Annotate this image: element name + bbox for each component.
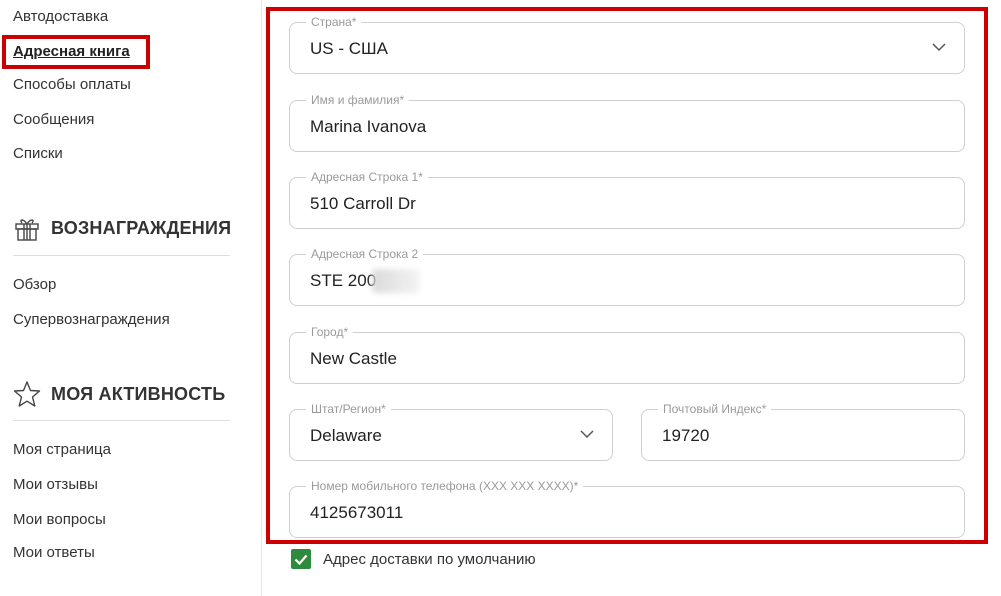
divider xyxy=(13,255,230,256)
address-line2-value: STE 200 xyxy=(310,271,377,290)
state-select[interactable]: Штат/Регион* Delaware xyxy=(289,402,613,461)
phone-value: 4125673011 xyxy=(310,503,404,522)
sidebar-item-messages[interactable]: Сообщения xyxy=(13,111,94,128)
chevron-down-icon xyxy=(580,430,594,439)
country-label: Страна* xyxy=(306,15,362,29)
sidebar-item-address-book[interactable]: Адресная книга xyxy=(2,35,150,69)
zip-label: Почтовый Индекс* xyxy=(658,402,772,416)
country-select[interactable]: Страна* US - США xyxy=(289,15,965,74)
country-value: US - США xyxy=(310,39,388,58)
address-line2-field[interactable]: Адресная Строка 2 STE 200 xyxy=(289,247,965,306)
sidebar-item-overview[interactable]: Обзор xyxy=(13,276,56,293)
city-value: New Castle xyxy=(310,349,397,368)
activity-title: МОЯ АКТИВНОСТЬ xyxy=(51,383,226,404)
default-address-label: Адрес доставки по умолчанию xyxy=(323,550,536,568)
sidebar-item-my-reviews[interactable]: Мои отзывы xyxy=(13,476,98,493)
phone-label: Номер мобильного телефона (XXX XXX XXXX)… xyxy=(306,479,584,493)
sidebar-item-label: Адресная книга xyxy=(13,43,130,60)
sidebar-item-payment-methods[interactable]: Способы оплаты xyxy=(13,76,131,93)
sidebar-item-super-rewards[interactable]: Супервознаграждения xyxy=(13,311,170,328)
rewards-title: ВОЗНАГРАЖДЕНИЯ xyxy=(51,217,232,238)
full-name-label: Имя и фамилия* xyxy=(306,93,410,107)
redaction-blur xyxy=(372,269,420,293)
address-line2-label: Адресная Строка 2 xyxy=(306,247,424,261)
star-icon xyxy=(13,381,41,407)
chevron-down-icon xyxy=(932,43,946,52)
full-name-field[interactable]: Имя и фамилия* Marina Ivanova xyxy=(289,93,965,152)
default-address-checkbox[interactable] xyxy=(291,549,311,569)
sidebar-item-my-questions[interactable]: Мои вопросы xyxy=(13,511,106,528)
address-line1-value: 510 Carroll Dr xyxy=(310,194,416,213)
full-name-value: Marina Ivanova xyxy=(310,117,427,136)
zip-field[interactable]: Почтовый Индекс* 19720 xyxy=(641,402,965,461)
address-line1-label: Адресная Строка 1* xyxy=(306,170,428,184)
state-label: Штат/Регион* xyxy=(306,402,391,416)
state-value: Delaware xyxy=(310,426,382,445)
divider xyxy=(13,420,230,421)
phone-field[interactable]: Номер мобильного телефона (XXX XXX XXXX)… xyxy=(289,479,965,538)
city-field[interactable]: Город* New Castle xyxy=(289,325,965,384)
sidebar-item-autodelivery[interactable]: Автодоставка xyxy=(13,8,108,25)
default-address-row[interactable]: Адрес доставки по умолчанию xyxy=(291,549,536,569)
address-line1-field[interactable]: Адресная Строка 1* 510 Carroll Dr xyxy=(289,170,965,229)
gift-icon xyxy=(15,219,39,241)
account-sidebar: Автодоставка Адресная книга Способы опла… xyxy=(0,0,262,596)
sidebar-item-my-page[interactable]: Моя страница xyxy=(13,441,111,458)
city-label: Город* xyxy=(306,325,354,339)
activity-section-header: МОЯ АКТИВНОСТЬ xyxy=(13,380,225,408)
checkmark-icon xyxy=(294,554,308,565)
sidebar-item-my-answers[interactable]: Мои ответы xyxy=(13,544,95,561)
rewards-section-header: ВОЗНАГРАЖДЕНИЯ xyxy=(13,214,231,242)
sidebar-item-lists[interactable]: Списки xyxy=(13,145,63,162)
zip-value: 19720 xyxy=(662,426,710,445)
